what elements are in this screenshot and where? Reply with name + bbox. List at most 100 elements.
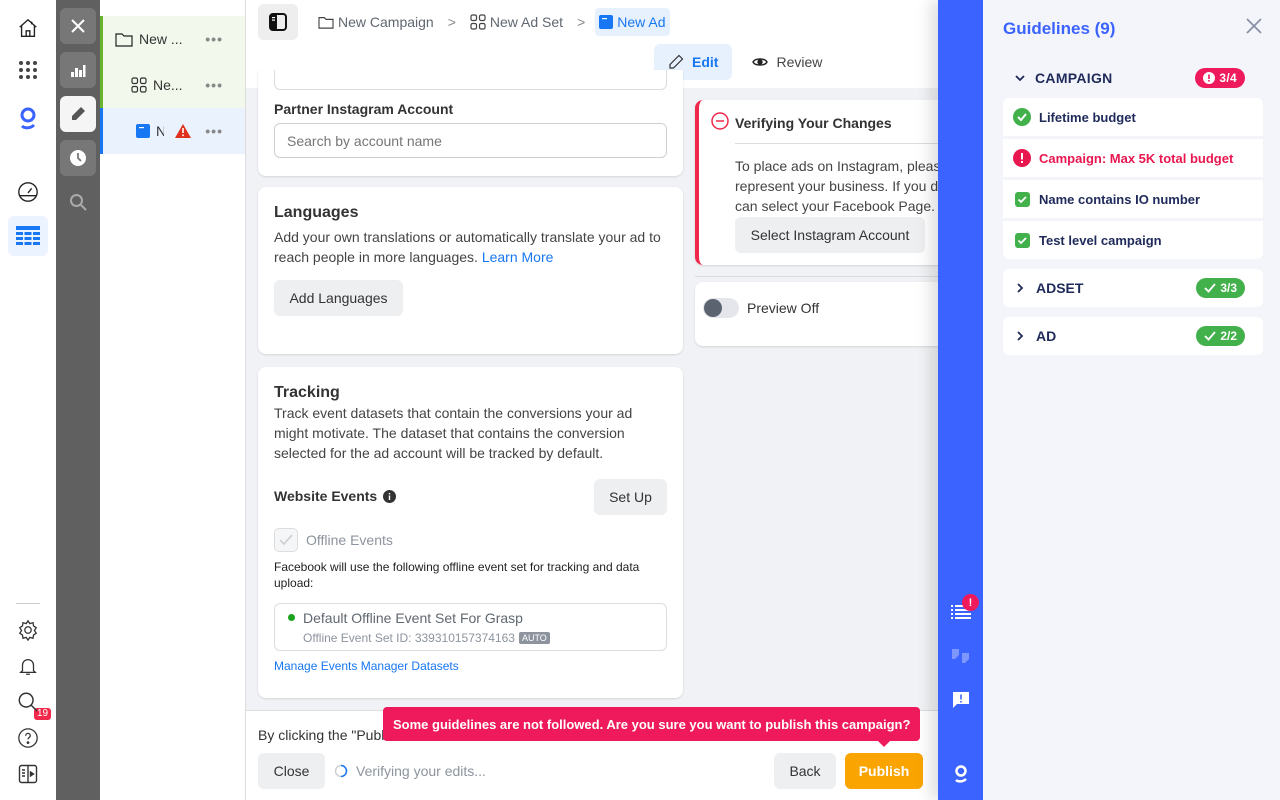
chevron-down-icon (1015, 74, 1025, 81)
tree-item-adset[interactable]: Ne... ••• (100, 62, 245, 108)
breadcrumb: New Campaign > New Ad Set > New Ad (314, 8, 670, 36)
apps-grid-icon[interactable] (8, 50, 48, 90)
notifications-icon[interactable]: 19 (8, 646, 52, 720)
table-icon[interactable] (8, 216, 48, 256)
tree-item-campaign[interactable]: New ... ••• (100, 16, 245, 62)
website-events-label: Website Events (274, 488, 397, 504)
previous-input-edge (274, 70, 667, 90)
guideline-item[interactable]: Name contains IO number (1003, 180, 1263, 218)
verifying-status-text: Verifying your edits... (356, 763, 486, 779)
eye-icon (752, 58, 769, 66)
guideline-item[interactable]: Test level campaign (1003, 221, 1263, 259)
languages-description: Add your own translations or automatical… (274, 227, 674, 267)
languages-title: Languages (274, 204, 359, 221)
back-button[interactable]: Back (774, 753, 836, 789)
edit-icon[interactable] (60, 96, 96, 132)
verifying-body: To place ads on Instagram, pleas represe… (735, 156, 944, 216)
verifying-body-line: represent your business. If you d (735, 178, 939, 194)
toggle-knob (704, 299, 722, 317)
section-name: ADSET (1036, 280, 1084, 296)
search-analytics-icon[interactable] (60, 184, 96, 220)
pencil-icon (669, 54, 684, 69)
minus-circle-icon (711, 112, 729, 130)
section-name: CAMPAIGN (1035, 70, 1113, 86)
grasp-logo-icon[interactable] (949, 762, 973, 786)
exclamation-icon (1203, 72, 1216, 84)
close-icon[interactable] (1245, 17, 1263, 40)
breadcrumb-ad[interactable]: New Ad (595, 8, 670, 36)
offline-events-checkbox[interactable] (274, 528, 298, 552)
more-options-icon[interactable]: ••• (205, 123, 223, 139)
offline-events-checkbox-row[interactable]: Offline Events (274, 528, 393, 552)
guideline-item[interactable]: Campaign: Max 5K total budget (1003, 139, 1263, 177)
chevron-right-icon (1017, 331, 1024, 341)
breadcrumb-adset[interactable]: New Ad Set (466, 8, 567, 36)
partner-instagram-label: Partner Instagram Account (274, 101, 454, 117)
verifying-changes-card: Verifying Your Changes To place ads on I… (695, 100, 955, 265)
grasp-logo-icon[interactable] (8, 98, 48, 138)
loading-spinner-icon (334, 764, 348, 778)
error-circle-icon (1013, 149, 1031, 167)
guidelines-panel: Guidelines (9) CAMPAIGN 3/4 Lifetime bud… (983, 0, 1280, 800)
breadcrumb-separator: > (577, 14, 586, 30)
folder-icon (318, 17, 334, 29)
guideline-section-ad[interactable]: AD 2/2 (1003, 317, 1263, 355)
languages-card: Languages Add your own translations or a… (258, 187, 683, 354)
history-icon[interactable] (60, 140, 96, 176)
preview-toggle[interactable] (703, 298, 739, 318)
learn-more-link[interactable]: Learn More (482, 249, 554, 265)
more-options-icon[interactable]: ••• (205, 31, 223, 47)
close-icon[interactable] (60, 8, 96, 44)
guideline-section-adset[interactable]: ADSET 3/3 (1003, 269, 1263, 307)
partner-instagram-search-input[interactable] (274, 123, 667, 158)
check-icon (1204, 331, 1216, 341)
event-set-id-row: Offline Event Set ID: 339310157374163 AU… (303, 631, 550, 645)
settings-icon[interactable] (8, 610, 48, 650)
structure-tree: New ... ••• Ne... ••• N ••• (100, 0, 246, 800)
chevron-right-icon (1017, 283, 1024, 293)
feedback-icon[interactable] (949, 688, 973, 712)
offline-events-label: Offline Events (306, 532, 393, 548)
folder-icon (115, 33, 133, 47)
footer-bar: By clicking the "Publ Some guidelines ar… (246, 707, 940, 800)
collapse-panel-icon[interactable] (8, 754, 48, 794)
publish-button[interactable]: Publish (845, 753, 923, 789)
guideline-section-campaign[interactable]: CAMPAIGN 3/4 (1003, 68, 1263, 88)
add-languages-button[interactable]: Add Languages (274, 280, 403, 316)
help-icon[interactable] (8, 718, 48, 758)
tab-review[interactable]: Review (738, 44, 836, 80)
setup-button[interactable]: Set Up (594, 479, 667, 515)
dashboard-gauge-icon[interactable] (8, 172, 48, 212)
tab-label: Edit (692, 54, 719, 70)
section-status-pill: 3/3 (1196, 278, 1245, 298)
check-square-icon (1013, 231, 1031, 249)
breadcrumb-campaign[interactable]: New Campaign (314, 8, 438, 36)
divider (735, 143, 955, 144)
home-icon[interactable] (8, 8, 48, 48)
close-button[interactable]: Close (258, 753, 325, 789)
status-dot (288, 614, 295, 621)
preview-card: Preview Off (695, 282, 955, 346)
languages-description-text: Add your own translations or automatical… (274, 229, 661, 265)
verifying-body-line: can select your Facebook Page. ( (735, 198, 944, 214)
breadcrumb-label: New Ad (617, 14, 666, 30)
sidebar-toggle-icon (269, 13, 287, 31)
quotes-icon[interactable] (949, 644, 973, 668)
search-icon[interactable] (8, 682, 48, 722)
info-icon[interactable] (383, 489, 397, 503)
panel-toggle-button[interactable] (258, 4, 298, 40)
guideline-item[interactable]: Lifetime budget (1003, 98, 1263, 136)
more-options-icon[interactable]: ••• (205, 77, 223, 93)
tool-strip (56, 0, 100, 800)
analytics-icon[interactable] (60, 52, 96, 88)
select-instagram-account-button[interactable]: Select Instagram Account (735, 217, 925, 253)
tracking-title: Tracking (274, 384, 340, 401)
tree-item-ad[interactable]: N ••• (100, 108, 245, 154)
event-set-id: Offline Event Set ID: 339310157374163 (303, 631, 515, 645)
warning-icon (175, 124, 191, 138)
guidelines-warning-tooltip: Some guidelines are not followed. Are yo… (383, 707, 921, 747)
manage-datasets-link[interactable]: Manage Events Manager Datasets (274, 659, 459, 673)
event-set-name: Default Offline Event Set For Grasp (303, 610, 523, 626)
section-name: AD (1036, 328, 1057, 344)
auto-badge: AUTO (518, 632, 550, 644)
